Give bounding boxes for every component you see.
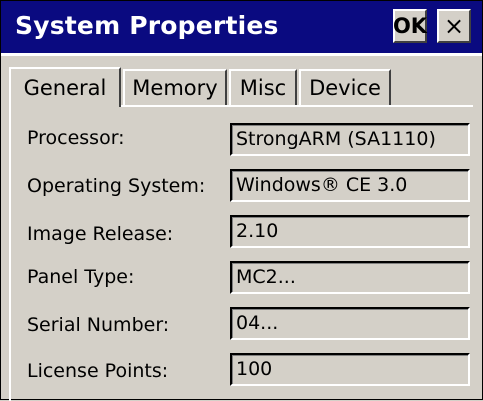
system-properties-window: System Properties OK × General Memory Mi…	[0, 0, 483, 401]
tab-label: General	[23, 76, 107, 100]
tab-label: Misc	[239, 76, 287, 100]
general-tab-panel	[9, 105, 473, 401]
tab-label: Memory	[132, 76, 218, 100]
close-button[interactable]: ×	[437, 9, 471, 43]
tab-label: Device	[309, 76, 381, 100]
window-title: System Properties	[15, 11, 279, 40]
title-bar: System Properties OK ×	[1, 1, 482, 53]
title-separator	[1, 53, 482, 56]
tab-general[interactable]: General	[9, 67, 121, 107]
ok-button[interactable]: OK	[393, 9, 427, 43]
tab-device[interactable]: Device	[299, 69, 391, 105]
close-icon: ×	[443, 12, 465, 40]
tab-memory[interactable]: Memory	[123, 69, 227, 105]
tab-misc[interactable]: Misc	[229, 69, 297, 105]
